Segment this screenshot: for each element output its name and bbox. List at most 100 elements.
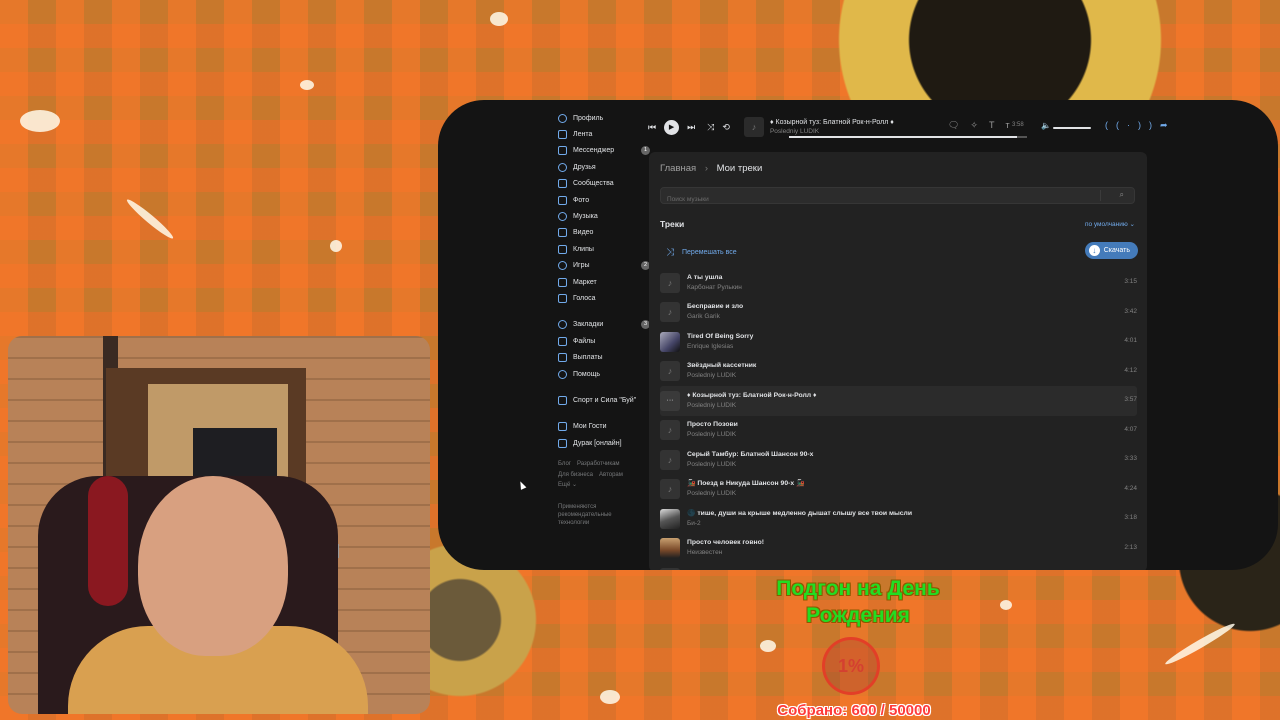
- download-button[interactable]: ↓ Скачать: [1084, 242, 1138, 259]
- sidebar-item-label: Мессенджер: [573, 147, 615, 155]
- now-playing-artist[interactable]: Posledniy LUDIK: [770, 127, 894, 136]
- now-playing-title[interactable]: ♦ Козырной туз: Блатной Рок-н-Ролл ♦: [770, 118, 894, 127]
- recommendation-tech-note[interactable]: Применяются рекомендательные технологии: [558, 503, 628, 527]
- track-duration: 3:33: [1124, 455, 1137, 462]
- sidebar-community-link[interactable]: Спорт и Сила "Буй": [558, 392, 648, 408]
- playback-progress-bar[interactable]: [789, 136, 1027, 138]
- music-icon: [558, 212, 567, 222]
- volume-slider[interactable]: [1053, 127, 1091, 129]
- track-artist[interactable]: Enrique Iglesias: [687, 342, 753, 352]
- track-cover: ♪: [660, 479, 680, 500]
- sidebar-item-help[interactable]: Помощь: [558, 366, 648, 382]
- track-title: ♦ Козырной туз: Блатной Рок-н-Ролл ♦: [687, 391, 817, 399]
- breadcrumb-home-link[interactable]: Главная: [660, 163, 696, 174]
- track-artist[interactable]: Posledniy LUDIK: [687, 489, 805, 499]
- sidebar-item-games[interactable]: Игры 2: [558, 258, 650, 274]
- music-search-input[interactable]: [661, 192, 1103, 207]
- track-row[interactable]: Просто человек говно! Неизвестен 2:13: [660, 534, 1137, 564]
- app-icon: [558, 438, 567, 448]
- sidebar-item-bookmarks[interactable]: Закладки 3: [558, 317, 650, 333]
- sidebar-item-label: Закладки: [573, 321, 604, 329]
- footer-authors-link[interactable]: Авторам: [599, 472, 623, 478]
- sidebar-item-video[interactable]: Видео: [558, 225, 648, 241]
- search-divider: [1100, 190, 1101, 201]
- sidebar-item-clips[interactable]: Клипы: [558, 241, 648, 257]
- messenger-icon: [558, 146, 567, 156]
- footer-devs-link[interactable]: Разработчикам: [577, 461, 620, 467]
- repeat-icon[interactable]: ⟲: [722, 122, 730, 133]
- sidebar-item-files[interactable]: Файлы: [558, 333, 648, 349]
- track-row[interactable]: 🌑 тише, души на крыше медленно дышат слы…: [660, 504, 1137, 534]
- volume-icon[interactable]: 🔈: [1041, 121, 1051, 130]
- play-button[interactable]: ▶: [664, 119, 680, 135]
- track-artist[interactable]: Би-2: [687, 519, 912, 529]
- track-cover: ♪: [660, 302, 680, 323]
- sidebar-item-label: Игры: [573, 262, 590, 270]
- shuffle-all-button[interactable]: ⤨ Перемешать все: [666, 247, 737, 258]
- sidebar-item-label: Друзья: [573, 163, 596, 171]
- sidebar-item-music[interactable]: Музыка: [558, 208, 648, 224]
- webcam-feed: [8, 336, 430, 714]
- track-duration: 2:13: [1124, 543, 1137, 551]
- track-title: Звёздный кассетник: [687, 362, 757, 370]
- next-track-icon[interactable]: ⏭: [687, 122, 695, 133]
- sidebar-item-messenger[interactable]: Мессенджер 1: [558, 143, 650, 159]
- sidebar-item-votes[interactable]: Голоса: [558, 290, 648, 306]
- sidebar-app-durak[interactable]: Дурак [онлайн]: [558, 435, 648, 451]
- breadcrumb-current: Мои треки: [716, 163, 763, 174]
- track-row[interactable]: ♪Я не буду ждать тебя [Я не стану ждать …: [660, 563, 1137, 570]
- track-title: Серый Тамбур: Блатной Шансон 90-х: [687, 450, 814, 458]
- track-artist[interactable]: Posledniy LUDIK: [687, 430, 738, 440]
- broadcast-icon[interactable]: ((·))➦: [1105, 120, 1176, 131]
- sidebar-app-label: Дурак [онлайн]: [573, 439, 622, 447]
- footer-more-link[interactable]: Ещё ⌄: [558, 482, 577, 488]
- track-row[interactable]: Tired Of Being Sorry Enrique Iglesias 4:01: [660, 327, 1137, 357]
- tracks-heading: Треки: [660, 219, 685, 229]
- shuffle-icon[interactable]: ⤨: [707, 122, 714, 133]
- track-row[interactable]: ♪ Просто Позови Posledniy LUDIK 4:07: [660, 416, 1137, 446]
- sidebar-item-label: Фото: [573, 196, 590, 204]
- track-time: 3:58: [1012, 122, 1024, 128]
- sidebar-item-communities[interactable]: Сообщества: [558, 176, 648, 192]
- track-artist[interactable]: Posledniy LUDIK: [687, 401, 816, 411]
- footer-blog-link[interactable]: Блог: [558, 461, 571, 467]
- sidebar-item-profile[interactable]: Профиль: [558, 110, 648, 126]
- sort-dropdown[interactable]: по умолчанию ⌄: [1085, 220, 1135, 228]
- votes-icon: [558, 293, 567, 303]
- sidebar-item-feed[interactable]: Лента: [558, 126, 648, 142]
- track-row[interactable]: ♪ Бесправие и зло Garik Garik 3:42: [660, 298, 1137, 328]
- track-row[interactable]: ♪ Звёздный кассетник Posledniy LUDIK 4:12: [660, 357, 1137, 387]
- track-cover: ♪: [660, 449, 680, 470]
- track-title: Просто Позови: [687, 421, 738, 429]
- sidebar-app-guests[interactable]: Мои Гости: [558, 419, 648, 435]
- sidebar-item-market[interactable]: Маркет: [558, 274, 648, 290]
- feed-icon: [558, 130, 567, 140]
- sidebar-item-label: Музыка: [573, 213, 598, 221]
- left-sidebar: Профиль Лента Мессенджер 1 Друзья Сообщества Ф…: [558, 110, 650, 527]
- track-artist[interactable]: Posledniy LUDIK: [687, 371, 756, 381]
- sidebar-item-photo[interactable]: Фото: [558, 192, 648, 208]
- sidebar-item-payouts[interactable]: Выплаты: [558, 349, 648, 365]
- notification-badge: 1: [641, 146, 650, 156]
- now-playing-cover: ♪: [743, 117, 764, 137]
- sidebar-footer: Блог Разработчикам Для бизнеса Авторам Ещё…: [558, 459, 648, 491]
- track-row[interactable]: ♪ Серый Тамбур: Блатной Шансон 90-х Posled…: [660, 445, 1137, 475]
- search-icon[interactable]: ⌕: [1120, 190, 1124, 200]
- more-options-icon[interactable]: ···: [660, 390, 680, 411]
- sidebar-app-label: Мои Гости: [573, 423, 607, 431]
- sidebar-item-friends[interactable]: Друзья: [558, 159, 648, 175]
- breadcrumb: Главная › Мои треки: [660, 163, 762, 174]
- donation-progress-ring: 1%: [822, 637, 880, 695]
- track-cover: ♪: [660, 420, 680, 441]
- track-artist[interactable]: Posledniy LUDIK: [687, 460, 813, 470]
- track-row[interactable]: ··· ♦ Козырной туз: Блатной Рок-н-Ролл ♦ P…: [660, 386, 1137, 416]
- previous-track-icon[interactable]: ⏮: [648, 122, 656, 133]
- browser-window: Профиль Лента Мессенджер 1 Друзья Сообщества Ф…: [438, 100, 1278, 570]
- track-row[interactable]: ♪ 🚂 Поезд в Никуда Шансон 90-х 🚂 Posledniy…: [660, 475, 1137, 505]
- footer-business-link[interactable]: Для бизнеса: [558, 472, 593, 478]
- track-artist[interactable]: Неизвестен: [687, 548, 764, 558]
- track-artist[interactable]: Карбонат Рулькин: [687, 283, 742, 293]
- track-row[interactable]: ♪ А ты ушла Карбонат Рулькин 3:15: [660, 268, 1137, 298]
- player-action-icons[interactable]: 🗨✧Tт: [948, 120, 1021, 131]
- track-artist[interactable]: Garik Garik: [687, 312, 743, 322]
